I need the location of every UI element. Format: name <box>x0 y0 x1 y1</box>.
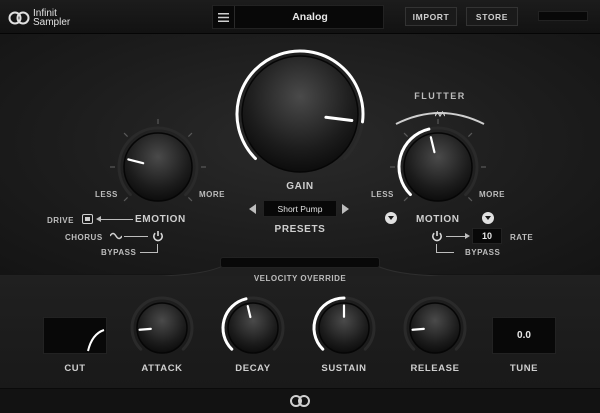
motion-knob-graphic <box>390 119 486 202</box>
rate-value-field[interactable]: 10 <box>472 228 502 244</box>
preset-next-arrow[interactable] <box>342 204 349 214</box>
attack-knob[interactable] <box>127 295 197 361</box>
emotion-knob[interactable] <box>108 119 208 212</box>
attack-label: ATTACK <box>141 363 183 374</box>
release-label: RELEASE <box>410 363 460 374</box>
motion-less-label: LESS <box>371 190 394 199</box>
preset-name: Analog <box>292 11 328 23</box>
release-knob[interactable] <box>400 295 470 361</box>
sustain-label: SUSTAIN <box>321 363 367 374</box>
knob-tick <box>403 196 409 202</box>
rate-connector-arrow <box>465 233 470 239</box>
drive-toggle[interactable] <box>82 214 93 224</box>
presets-label: PRESETS <box>274 223 326 235</box>
knob-tick <box>123 132 129 138</box>
cut-label: CUT <box>64 363 86 374</box>
emotion-bypass-connector <box>157 244 158 252</box>
flutter-wave-icon <box>435 111 445 117</box>
level-meter <box>538 11 588 21</box>
drive-connector-arrow <box>96 216 101 222</box>
store-button[interactable]: STORE <box>466 7 518 26</box>
import-button[interactable]: IMPORT <box>405 7 457 26</box>
knob-tick <box>467 132 473 138</box>
motion-next-button[interactable] <box>482 212 494 224</box>
emotion-knob-graphic <box>110 119 206 202</box>
motion-bypass-connector-h <box>436 252 454 253</box>
emotion-more-label: MORE <box>199 190 225 199</box>
tune-value-field[interactable]: 0.0 <box>492 317 556 354</box>
knob-body <box>403 132 473 202</box>
brand-logo: Infinit Sampler <box>8 7 98 29</box>
emotion-bypass-button[interactable] <box>151 229 165 243</box>
triangle-down-icon <box>388 216 394 220</box>
attack-knob-graphic <box>130 296 194 354</box>
tune-label: TUNE <box>509 363 539 374</box>
motion-bypass-connector <box>436 244 437 252</box>
gain-knob-graphic <box>235 49 365 173</box>
knob-tick <box>187 132 193 138</box>
gain-label: GAIN <box>286 180 314 192</box>
brand-name-line2: Sampler <box>33 17 71 28</box>
knob-body <box>227 302 279 354</box>
knob-body <box>241 55 359 173</box>
emotion-bypass-connector-h <box>140 252 158 253</box>
chorus-label: CHORUS <box>65 233 103 242</box>
decay-knob[interactable] <box>218 295 288 361</box>
rate-connector-line <box>446 236 466 237</box>
gain-knob[interactable] <box>228 49 372 176</box>
power-icon <box>432 231 442 242</box>
velocity-override-bar[interactable] <box>220 257 380 268</box>
knob-tick <box>467 196 473 202</box>
triangle-down-icon <box>485 216 491 220</box>
emotion-less-label: LESS <box>95 190 118 199</box>
sustain-knob[interactable] <box>309 295 379 361</box>
preset-selector[interactable]: Analog <box>212 5 384 29</box>
drive-label: DRIVE <box>47 216 74 225</box>
knob-tick <box>403 132 409 138</box>
rate-label: RATE <box>510 233 534 242</box>
motion-more-label: MORE <box>479 190 505 199</box>
decay-label: DECAY <box>235 363 271 374</box>
knob-indicator <box>138 327 152 331</box>
velocity-override-label: VELOCITY OVERRIDE <box>253 274 347 283</box>
emotion-label: EMOTION <box>135 214 186 225</box>
drive-icon <box>85 217 90 221</box>
flutter-label: FLUTTER <box>414 91 466 101</box>
sustain-knob-graphic <box>312 296 376 354</box>
knob-body <box>123 132 193 202</box>
chorus-connector-line <box>124 236 148 237</box>
infinity-logo-icon <box>8 11 30 25</box>
knob-body <box>409 302 461 354</box>
knob-indicator <box>411 327 425 331</box>
chorus-toggle[interactable] <box>110 231 122 241</box>
motion-bypass-button[interactable] <box>430 229 444 243</box>
cut-curve-graphic <box>87 329 105 352</box>
sine-wave-icon <box>110 232 122 240</box>
motion-label: MOTION <box>416 214 460 225</box>
presets-dropdown[interactable]: Short Pump <box>263 200 337 217</box>
knob-tick <box>123 196 129 202</box>
infinity-logo-icon <box>290 395 310 407</box>
power-icon <box>153 231 163 242</box>
motion-knob[interactable] <box>388 119 488 212</box>
decay-knob-graphic <box>221 296 285 354</box>
drive-connector-line <box>100 219 133 220</box>
preset-menu-button[interactable] <box>213 6 235 28</box>
motion-prev-button[interactable] <box>385 212 397 224</box>
hamburger-icon <box>218 12 229 22</box>
preset-prev-arrow[interactable] <box>249 204 256 214</box>
cut-display[interactable] <box>43 317 107 354</box>
knob-tick <box>187 196 193 202</box>
knob-body <box>136 302 188 354</box>
release-knob-graphic <box>403 296 467 354</box>
